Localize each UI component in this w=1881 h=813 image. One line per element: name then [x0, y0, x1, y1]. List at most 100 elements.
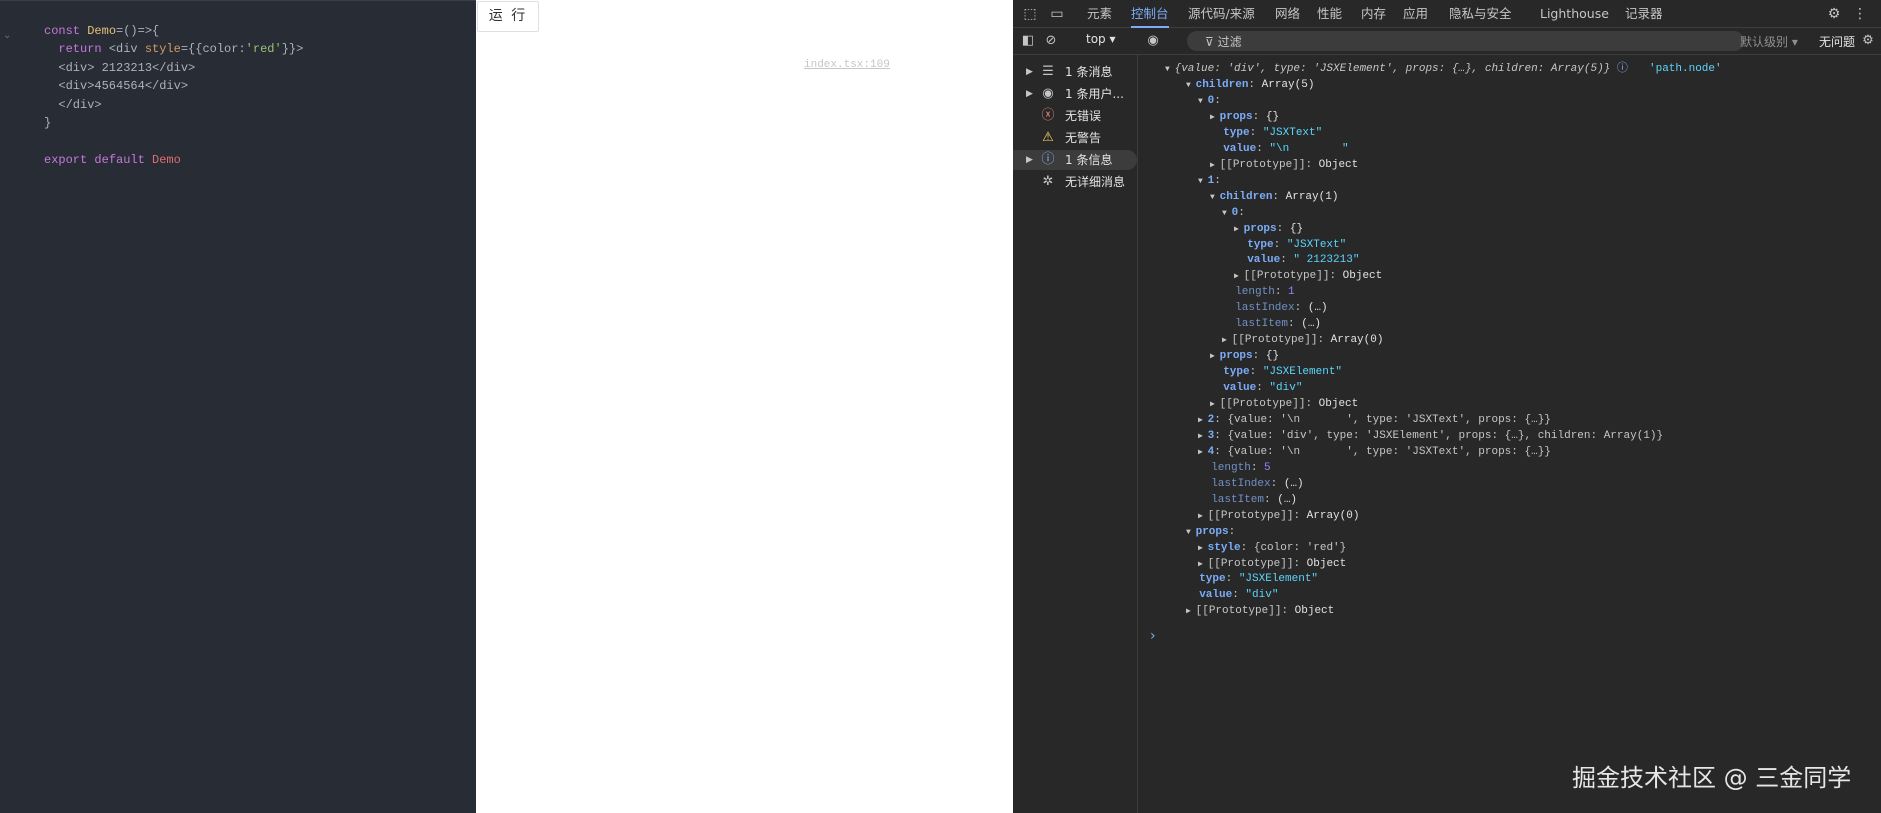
tree-row[interactable]: ▶ [[Prototype]]: Object: [1198, 557, 1346, 572]
console-settings-icon[interactable]: ⚙: [1859, 32, 1877, 50]
tree-value: {}: [1289, 222, 1304, 235]
expand-arrow-icon[interactable]: ▶: [1210, 400, 1220, 409]
tree-row[interactable]: ▼ 0:: [1198, 94, 1227, 109]
tree-row[interactable]: ▶ 4: {value: '\n ', type: 'JSXText', pro…: [1198, 445, 1551, 460]
sidebar-item-4[interactable]: ▶ ⓘ 1 条信息: [1013, 150, 1137, 170]
tab-2[interactable]: 源代码/来源: [1188, 0, 1255, 28]
collapse-arrow-icon[interactable]: ▼: [1198, 177, 1208, 186]
sidebar-item-3[interactable]: ⚠ 无警告: [1013, 128, 1137, 148]
colon: :: [1228, 525, 1242, 538]
live-expression-eye-icon[interactable]: ◉: [1143, 32, 1163, 50]
expand-arrow-icon[interactable]: ▶: [1234, 272, 1244, 281]
expand-arrow-icon[interactable]: ▶: [1234, 225, 1244, 234]
expand-arrow-icon[interactable]: ▶: [1186, 607, 1196, 616]
tree-value: (…): [1301, 318, 1322, 331]
sidebar-item-0[interactable]: ▶ ☰ 1 条消息: [1013, 62, 1137, 82]
tree-row[interactable]: ▶ 3: {value: 'div', type: 'JSXElement', …: [1198, 429, 1663, 444]
expand-arrow-icon[interactable]: ▶: [1198, 448, 1208, 457]
code-editor[interactable]: ⌄ const Demo=()=>{ return <div style={{c…: [0, 0, 476, 813]
sidebar-item-1[interactable]: ▶ ◉ 1 条用户...: [1013, 84, 1137, 104]
tree-value: "JSXElement": [1238, 573, 1319, 586]
expand-arrow-icon[interactable]: ▶: [1198, 416, 1208, 425]
tab-8[interactable]: Lighthouse: [1540, 0, 1609, 28]
colon: :: [1276, 222, 1290, 235]
sidebar-item-label: 1 条信息: [1065, 153, 1113, 167]
issues-button[interactable]: 无问题: [1819, 33, 1855, 50]
sidebar-item-5[interactable]: ✲ 无详细消息: [1013, 172, 1137, 192]
clear-console-icon[interactable]: ⊘: [1042, 32, 1060, 50]
expand-arrow-icon[interactable]: ▶: [1026, 150, 1033, 170]
tab-3[interactable]: 网络: [1275, 0, 1300, 28]
expand-arrow-icon[interactable]: ▶: [1026, 84, 1033, 104]
colon: :: [1214, 413, 1228, 426]
tab-5[interactable]: 内存: [1361, 0, 1386, 28]
tab-0[interactable]: 元素: [1087, 0, 1112, 28]
tree-row[interactable]: ▶ props: {}: [1210, 110, 1279, 125]
settings-gear-icon[interactable]: ⚙: [1825, 5, 1843, 23]
expand-arrow-icon[interactable]: ▼: [1165, 65, 1175, 74]
expand-arrow-icon[interactable]: ▶: [1026, 62, 1033, 82]
tree-row[interactable]: ▶ [[Prototype]]: Array(0): [1198, 509, 1359, 524]
collapse-arrow-icon[interactable]: ▼: [1186, 81, 1196, 90]
tab-4[interactable]: 性能: [1317, 0, 1342, 28]
tree-row[interactable]: ▶ props: {}: [1234, 222, 1303, 237]
collapse-arrow-icon[interactable]: ▼: [1210, 193, 1220, 202]
tree-row[interactable]: ▶ props: {}: [1210, 349, 1279, 364]
tree-row[interactable]: ▼ children: Array(5): [1186, 78, 1314, 93]
tab-6[interactable]: 应用: [1403, 0, 1428, 28]
device-toolbar-icon[interactable]: ▭: [1048, 5, 1066, 23]
tree-key: [[Prototype]]: [1195, 605, 1282, 618]
fold-chevron-icon[interactable]: ⌄: [3, 30, 11, 41]
tree-row[interactable]: ▶ [[Prototype]]: Object: [1210, 397, 1358, 412]
tab-1[interactable]: 控制台: [1131, 0, 1169, 28]
code-token: </div>: [44, 98, 102, 112]
tree-row[interactable]: ▶ [[Prototype]]: Array(0): [1222, 333, 1383, 348]
tree-value: Object: [1306, 557, 1347, 570]
tree-value: Object: [1318, 398, 1359, 410]
tree-row[interactable]: ▼ children: Array(1): [1210, 190, 1338, 205]
tab-9[interactable]: 记录器: [1625, 0, 1663, 28]
run-button[interactable]: 运 行: [477, 1, 539, 32]
sidebar-toggle-icon[interactable]: ◧: [1019, 32, 1037, 50]
tree-row[interactable]: ▶ [[Prototype]]: Object: [1234, 269, 1382, 284]
log-level-select[interactable]: 默认级别 ▾: [1740, 33, 1798, 50]
editor-top-border: [0, 0, 476, 1]
filter-input[interactable]: [1187, 31, 1744, 51]
expand-arrow-icon[interactable]: ▶: [1198, 512, 1208, 521]
expand-arrow-icon[interactable]: ▶: [1210, 113, 1220, 122]
tree-row[interactable]: ▼ 1:: [1198, 174, 1227, 189]
expand-arrow-icon[interactable]: ▶: [1222, 336, 1232, 345]
expand-arrow-icon[interactable]: ▶: [1198, 560, 1208, 569]
expand-arrow-icon[interactable]: ▶: [1198, 432, 1208, 441]
tree-row[interactable]: ▶ 2: {value: '\n ', type: 'JSXText', pro…: [1198, 413, 1551, 428]
console-prompt-icon[interactable]: ›: [1150, 628, 1156, 644]
tree-value: {}: [1265, 110, 1280, 123]
source-link[interactable]: index.tsx:109: [804, 59, 890, 71]
tree-value: (…): [1307, 302, 1328, 315]
expand-arrow-icon[interactable]: ▶: [1210, 352, 1220, 361]
tree-row[interactable]: ▼ 0:: [1222, 206, 1251, 221]
tree-row: lastIndex: (…): [1198, 477, 1303, 491]
tab-7[interactable]: 隐私与安全: [1449, 0, 1512, 28]
tree-key: [[Prototype]]: [1219, 158, 1306, 171]
tree-row[interactable]: ▼ props:: [1186, 525, 1242, 540]
tree-row[interactable]: ▶ style: {color: 'red'}: [1198, 541, 1346, 556]
tree-row[interactable]: ▶ [[Prototype]]: Object: [1210, 158, 1358, 173]
tree-key: lastIndex: [1211, 477, 1271, 490]
collapse-arrow-icon[interactable]: ▼: [1186, 528, 1196, 537]
expand-arrow-icon[interactable]: ▶: [1198, 544, 1208, 553]
collapse-arrow-icon[interactable]: ▼: [1198, 97, 1208, 106]
tree-key: length: [1235, 286, 1275, 299]
expand-arrow-icon[interactable]: ▶: [1210, 161, 1220, 170]
sidebar-item-2[interactable]: ⓧ 无错误: [1013, 106, 1137, 126]
tree-row[interactable]: ▶ [[Prototype]]: Object: [1186, 604, 1334, 619]
inspect-element-icon[interactable]: ⬚: [1021, 5, 1039, 23]
tree-row: type: "JSXElement": [1210, 365, 1342, 379]
log-entry-header[interactable]: ▼ {value: 'div', type: 'JSXElement', pro…: [1165, 62, 1628, 77]
collapse-arrow-icon[interactable]: ▼: [1222, 209, 1232, 218]
code-line: }: [44, 114, 51, 132]
more-menu-icon[interactable]: ⋮: [1851, 5, 1869, 23]
context-selector[interactable]: top ▾: [1086, 32, 1116, 46]
